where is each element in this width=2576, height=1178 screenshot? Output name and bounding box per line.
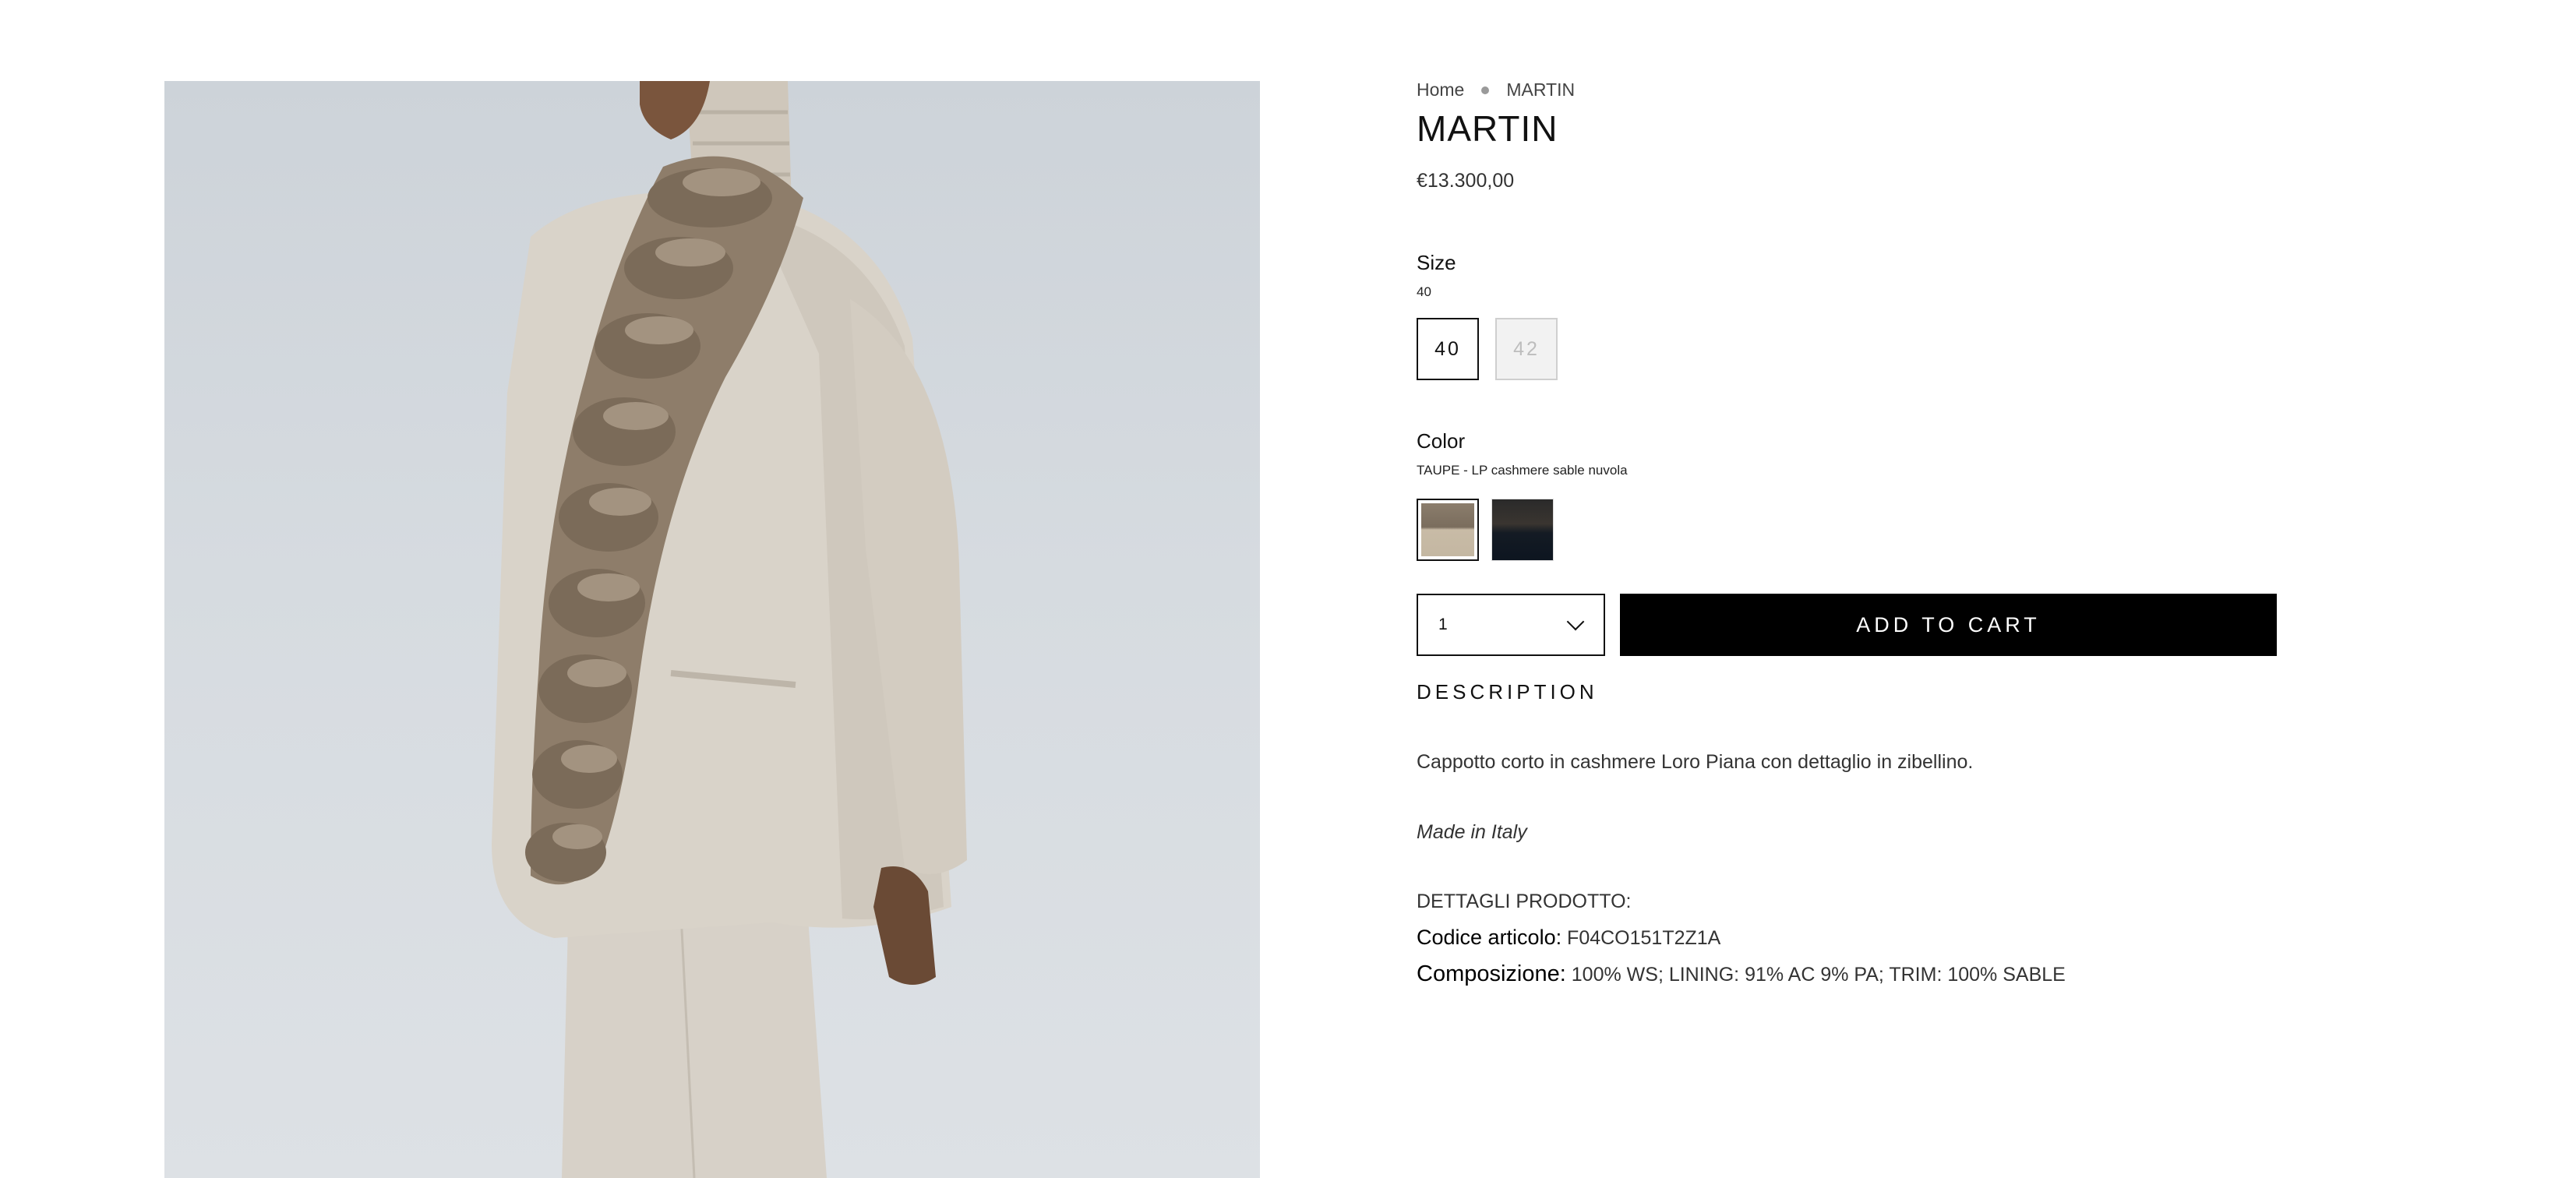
composition-value: 100% WS; LINING: 91% AC 9% PA; TRIM: 100…	[1571, 964, 2066, 986]
composition-row: Composizione: 100% WS; LINING: 91% AC 9%…	[1417, 961, 2066, 987]
color-selected-value: TAUPE - LP cashmere sable nuvola	[1417, 463, 1628, 478]
product-title: MARTIN	[1417, 108, 1558, 149]
color-swatch-taupe-fill	[1421, 503, 1474, 556]
product-details-heading: DETTAGLI PRODOTTO:	[1417, 891, 1632, 912]
product-code-row: Codice articolo: F04CO151T2Z1A	[1417, 926, 1720, 950]
color-label: Color	[1417, 429, 1466, 453]
description-heading[interactable]: DESCRIPTION	[1417, 680, 1598, 704]
size-label: Size	[1417, 251, 1456, 274]
breadcrumb-separator-dot	[1481, 86, 1490, 94]
breadcrumb: Home MARTIN	[1417, 79, 1575, 101]
add-to-cart-button[interactable]: ADD TO CART	[1620, 594, 2277, 656]
product-photo	[492, 81, 967, 1178]
product-code-label: Codice articolo:	[1417, 926, 1562, 949]
breadcrumb-home-link[interactable]: Home	[1417, 79, 1464, 101]
product-price: €13.300,00	[1417, 170, 1515, 192]
breadcrumb-current: MARTIN	[1506, 79, 1576, 100]
size-option-42[interactable]: 42	[1495, 318, 1558, 380]
composition-label: Composizione:	[1417, 961, 1566, 986]
product-code-value: F04CO151T2Z1A	[1567, 927, 1721, 949]
quantity-value: 1	[1438, 615, 1448, 633]
quantity-select[interactable]: 1	[1417, 594, 1605, 656]
size-selected-value: 40	[1417, 284, 1431, 299]
description-text: Cappotto corto in cashmere Loro Piana co…	[1417, 751, 1974, 773]
color-swatch-dark[interactable]	[1491, 499, 1554, 561]
product-image[interactable]	[164, 81, 1260, 1178]
product-info: Home MARTIN MARTIN €13.300,00 Size 40 40…	[1417, 0, 2277, 1178]
color-swatch-taupe[interactable]	[1417, 499, 1479, 561]
size-option-40[interactable]: 40	[1417, 318, 1479, 380]
made-in-text: Made in Italy	[1417, 821, 1527, 843]
chevron-down-icon	[1566, 612, 1585, 631]
